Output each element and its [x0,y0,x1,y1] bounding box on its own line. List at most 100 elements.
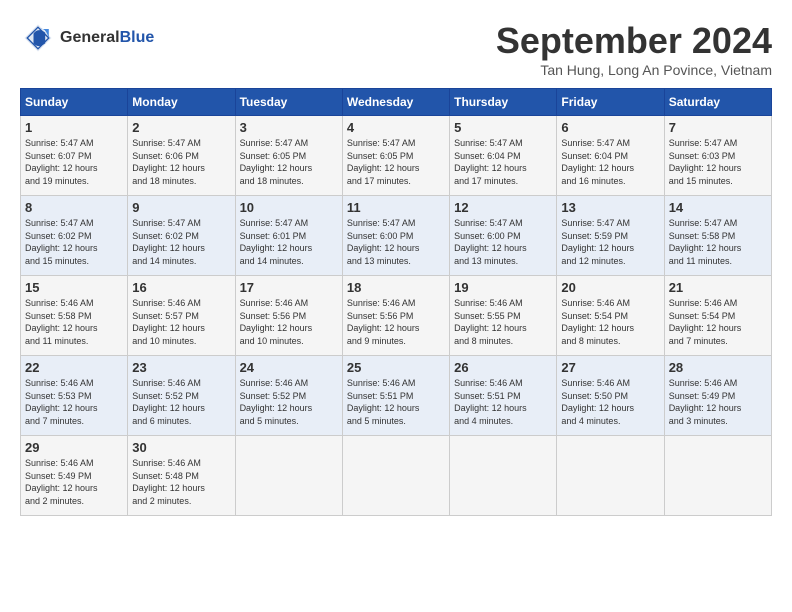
day-number: 27 [561,360,659,375]
day-number: 28 [669,360,767,375]
calendar-week-row: 8 Sunrise: 5:47 AM Sunset: 6:02 PM Daylig… [21,196,772,276]
day-number: 7 [669,120,767,135]
day-number: 20 [561,280,659,295]
header-monday: Monday [128,89,235,116]
day-info: Sunrise: 5:47 AM Sunset: 6:02 PM Dayligh… [25,217,123,267]
calendar-cell [235,436,342,516]
calendar-week-row: 22 Sunrise: 5:46 AM Sunset: 5:53 PM Dayli… [21,356,772,436]
day-info: Sunrise: 5:47 AM Sunset: 6:06 PM Dayligh… [132,137,230,187]
day-number: 1 [25,120,123,135]
day-info: Sunrise: 5:46 AM Sunset: 5:57 PM Dayligh… [132,297,230,347]
day-info: Sunrise: 5:46 AM Sunset: 5:53 PM Dayligh… [25,377,123,427]
day-info: Sunrise: 5:46 AM Sunset: 5:51 PM Dayligh… [454,377,552,427]
day-number: 24 [240,360,338,375]
day-number: 12 [454,200,552,215]
day-number: 5 [454,120,552,135]
day-number: 25 [347,360,445,375]
day-info: Sunrise: 5:47 AM Sunset: 6:02 PM Dayligh… [132,217,230,267]
day-info: Sunrise: 5:46 AM Sunset: 5:49 PM Dayligh… [25,457,123,507]
calendar-cell: 20 Sunrise: 5:46 AM Sunset: 5:54 PM Dayli… [557,276,664,356]
header-tuesday: Tuesday [235,89,342,116]
header-wednesday: Wednesday [342,89,449,116]
day-info: Sunrise: 5:46 AM Sunset: 5:56 PM Dayligh… [240,297,338,347]
day-info: Sunrise: 5:46 AM Sunset: 5:55 PM Dayligh… [454,297,552,347]
calendar-cell: 21 Sunrise: 5:46 AM Sunset: 5:54 PM Dayli… [664,276,771,356]
day-number: 8 [25,200,123,215]
calendar-cell: 10 Sunrise: 5:47 AM Sunset: 6:01 PM Dayli… [235,196,342,276]
calendar-cell [450,436,557,516]
calendar-cell: 18 Sunrise: 5:46 AM Sunset: 5:56 PM Dayli… [342,276,449,356]
day-number: 19 [454,280,552,295]
day-number: 22 [25,360,123,375]
calendar-cell: 5 Sunrise: 5:47 AM Sunset: 6:04 PM Daylig… [450,116,557,196]
calendar-cell: 25 Sunrise: 5:46 AM Sunset: 5:51 PM Dayli… [342,356,449,436]
calendar-cell: 23 Sunrise: 5:46 AM Sunset: 5:52 PM Dayli… [128,356,235,436]
calendar-cell: 26 Sunrise: 5:46 AM Sunset: 5:51 PM Dayli… [450,356,557,436]
calendar-cell: 6Sunrise: 5:47 AM Sunset: 6:04 PM Daylig… [557,116,664,196]
day-number: 13 [561,200,659,215]
day-number: 4 [347,120,445,135]
calendar-cell [664,436,771,516]
day-info: Sunrise: 5:47 AM Sunset: 6:04 PM Dayligh… [454,137,552,187]
day-info: Sunrise: 5:47 AM Sunset: 6:03 PM Dayligh… [669,137,767,187]
header-saturday: Saturday [664,89,771,116]
day-number: 6 [561,120,659,135]
header-thursday: Thursday [450,89,557,116]
calendar-cell: 9 Sunrise: 5:47 AM Sunset: 6:02 PM Daylig… [128,196,235,276]
day-info: Sunrise: 5:47 AM Sunset: 6:05 PM Dayligh… [240,137,338,187]
day-info: Sunrise: 5:46 AM Sunset: 5:49 PM Dayligh… [669,377,767,427]
calendar-cell: 28 Sunrise: 5:46 AM Sunset: 5:49 PM Dayli… [664,356,771,436]
calendar-cell: 14 Sunrise: 5:47 AM Sunset: 5:58 PM Dayli… [664,196,771,276]
day-info: Sunrise: 5:46 AM Sunset: 5:50 PM Dayligh… [561,377,659,427]
day-number: 3 [240,120,338,135]
calendar-cell: 15Sunrise: 5:46 AM Sunset: 5:58 PM Dayli… [21,276,128,356]
day-number: 23 [132,360,230,375]
day-info: Sunrise: 5:46 AM Sunset: 5:54 PM Dayligh… [669,297,767,347]
day-info: Sunrise: 5:46 AM Sunset: 5:52 PM Dayligh… [240,377,338,427]
month-title: September 2024 [496,20,772,62]
calendar-week-row: 29 Sunrise: 5:46 AM Sunset: 5:49 PM Dayli… [21,436,772,516]
title-area: September 2024 Tan Hung, Long An Povince… [496,20,772,78]
day-info: Sunrise: 5:46 AM Sunset: 5:52 PM Dayligh… [132,377,230,427]
calendar-cell: 12 Sunrise: 5:47 AM Sunset: 6:00 PM Dayli… [450,196,557,276]
logo-text: GeneralBlue [60,29,154,47]
day-number: 16 [132,280,230,295]
calendar-cell [342,436,449,516]
day-number: 29 [25,440,123,455]
day-number: 26 [454,360,552,375]
day-info: Sunrise: 5:46 AM Sunset: 5:51 PM Dayligh… [347,377,445,427]
day-info: Sunrise: 5:47 AM Sunset: 5:58 PM Dayligh… [669,217,767,267]
calendar-cell: 16 Sunrise: 5:46 AM Sunset: 5:57 PM Dayli… [128,276,235,356]
calendar-cell [557,436,664,516]
calendar-cell: 2Sunrise: 5:47 AM Sunset: 6:06 PM Daylig… [128,116,235,196]
day-number: 10 [240,200,338,215]
day-number: 11 [347,200,445,215]
calendar-cell: 30Sunrise: 5:46 AM Sunset: 5:48 PM Dayli… [128,436,235,516]
page-header: GeneralBlue September 2024 Tan Hung, Lon… [20,20,772,78]
calendar-cell: 4 Sunrise: 5:47 AM Sunset: 6:05 PM Daylig… [342,116,449,196]
header-friday: Friday [557,89,664,116]
day-number: 15 [25,280,123,295]
day-number: 17 [240,280,338,295]
day-info: Sunrise: 5:47 AM Sunset: 5:59 PM Dayligh… [561,217,659,267]
calendar-cell: 29 Sunrise: 5:46 AM Sunset: 5:49 PM Dayli… [21,436,128,516]
calendar-cell: 11Sunrise: 5:47 AM Sunset: 6:00 PM Dayli… [342,196,449,276]
day-info: Sunrise: 5:46 AM Sunset: 5:54 PM Dayligh… [561,297,659,347]
day-number: 21 [669,280,767,295]
day-number: 9 [132,200,230,215]
calendar-cell: 8 Sunrise: 5:47 AM Sunset: 6:02 PM Daylig… [21,196,128,276]
day-info: Sunrise: 5:47 AM Sunset: 6:05 PM Dayligh… [347,137,445,187]
day-info: Sunrise: 5:47 AM Sunset: 6:00 PM Dayligh… [454,217,552,267]
logo-icon [20,20,56,56]
logo: GeneralBlue [20,20,154,56]
day-number: 18 [347,280,445,295]
location: Tan Hung, Long An Povince, Vietnam [496,62,772,78]
day-info: Sunrise: 5:46 AM Sunset: 5:48 PM Dayligh… [132,457,230,507]
header-sunday: Sunday [21,89,128,116]
calendar-cell: 27 Sunrise: 5:46 AM Sunset: 5:50 PM Dayli… [557,356,664,436]
day-info: Sunrise: 5:47 AM Sunset: 6:01 PM Dayligh… [240,217,338,267]
day-info: Sunrise: 5:46 AM Sunset: 5:56 PM Dayligh… [347,297,445,347]
day-number: 14 [669,200,767,215]
calendar-cell: 13 Sunrise: 5:47 AM Sunset: 5:59 PM Dayli… [557,196,664,276]
calendar-cell: 19 Sunrise: 5:46 AM Sunset: 5:55 PM Dayli… [450,276,557,356]
